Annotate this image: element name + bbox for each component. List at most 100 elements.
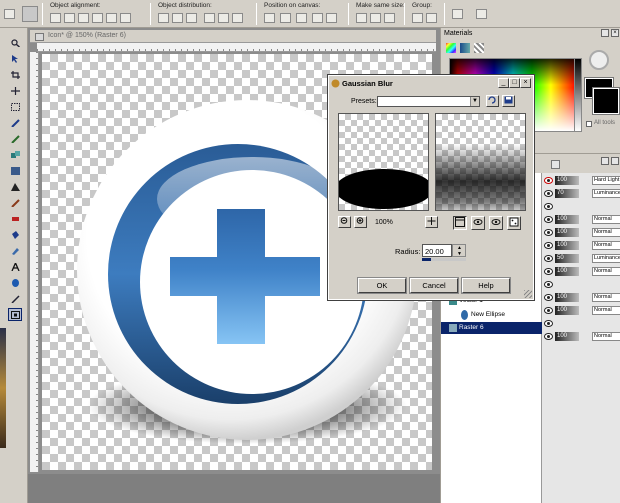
center-canvas-icon[interactable] bbox=[264, 13, 275, 23]
layer-props-row[interactable]: 100 Normal bbox=[542, 214, 620, 226]
chevron-down-icon[interactable]: ▼ bbox=[470, 97, 479, 106]
clone-tool[interactable] bbox=[8, 148, 22, 161]
move-tool[interactable] bbox=[8, 84, 22, 97]
randomize-button[interactable] bbox=[507, 216, 521, 230]
picture-tube-tool[interactable] bbox=[8, 244, 22, 257]
visibility-eye-icon[interactable] bbox=[544, 307, 553, 314]
blend-mode-dropdown[interactable]: Normal bbox=[592, 228, 620, 237]
blend-mode-dropdown[interactable]: Normal bbox=[592, 267, 620, 276]
close-icon[interactable] bbox=[611, 157, 619, 165]
group-icon[interactable] bbox=[412, 13, 423, 23]
opacity-value[interactable]: 100 bbox=[555, 215, 579, 224]
layer-row[interactable]: New Ellipse bbox=[441, 309, 542, 321]
ok-button[interactable]: OK bbox=[357, 277, 407, 294]
opacity-value[interactable]: 50 bbox=[555, 254, 579, 263]
align-top-icon[interactable] bbox=[50, 13, 61, 23]
distribute-right-icon[interactable] bbox=[232, 13, 243, 23]
distribute-top-icon[interactable] bbox=[158, 13, 169, 23]
background-swatch[interactable] bbox=[592, 87, 620, 115]
dialog-titlebar[interactable]: Gaussian Blur _ □ × bbox=[329, 76, 533, 91]
visibility-eye-icon[interactable] bbox=[544, 268, 553, 275]
opacity-value[interactable]: 100 bbox=[555, 306, 579, 315]
eraser-tool[interactable] bbox=[8, 212, 22, 225]
visibility-eye-icon[interactable] bbox=[544, 333, 553, 340]
layer-props-row[interactable]: 70 Luminance bbox=[542, 188, 620, 200]
resize-grip-icon[interactable] bbox=[524, 290, 532, 298]
zoom-out-button[interactable] bbox=[338, 216, 351, 228]
proof-button[interactable] bbox=[471, 216, 485, 230]
cancel-icon[interactable] bbox=[476, 9, 487, 19]
dodge-tool[interactable] bbox=[8, 180, 22, 193]
presets-dropdown[interactable]: ▼ bbox=[377, 96, 480, 107]
close-icon[interactable]: × bbox=[611, 29, 619, 37]
help-button[interactable]: Help bbox=[461, 277, 511, 294]
pan-button[interactable] bbox=[425, 216, 438, 228]
flood-fill-tool[interactable] bbox=[8, 228, 22, 241]
align-bottom-icon[interactable] bbox=[64, 13, 75, 23]
layer-props-row[interactable] bbox=[542, 318, 620, 330]
transparent-swatch-icon[interactable] bbox=[589, 50, 609, 70]
align-vcenter-icon[interactable] bbox=[106, 13, 117, 23]
before-preview[interactable] bbox=[338, 113, 429, 211]
blend-mode-dropdown[interactable]: Luminance bbox=[592, 189, 620, 198]
panel-menu-icon[interactable] bbox=[601, 157, 609, 165]
layer-props-row[interactable]: 100 Normal bbox=[542, 266, 620, 278]
apply-icon[interactable] bbox=[452, 9, 463, 19]
maximize-button[interactable]: □ bbox=[509, 78, 520, 88]
opacity-value[interactable]: 100 bbox=[555, 332, 579, 341]
radius-slider[interactable] bbox=[422, 258, 466, 261]
crop-tool[interactable] bbox=[8, 68, 22, 81]
zoom-tool[interactable] bbox=[8, 36, 22, 49]
after-preview[interactable] bbox=[435, 113, 526, 211]
blend-mode-dropdown[interactable]: Normal bbox=[592, 215, 620, 224]
layer-props-row[interactable]: 100 Normal bbox=[542, 331, 620, 343]
layer-props-row[interactable] bbox=[542, 279, 620, 291]
reset-preset-button[interactable] bbox=[486, 95, 499, 107]
radius-input[interactable]: 20.00 bbox=[422, 244, 452, 257]
same-height-icon[interactable] bbox=[370, 13, 381, 23]
text-tool[interactable] bbox=[8, 260, 22, 273]
visibility-eye-icon[interactable] bbox=[544, 190, 553, 197]
all-tools-checkbox[interactable]: All tools bbox=[586, 120, 616, 129]
smudge-tool[interactable] bbox=[8, 196, 22, 209]
visibility-eye-icon[interactable] bbox=[544, 294, 553, 301]
opacity-value[interactable]: 100 bbox=[555, 176, 579, 185]
document-titlebar[interactable]: Icon* @ 150% (Raster 6) bbox=[30, 30, 436, 43]
opacity-value[interactable]: 100 bbox=[555, 241, 579, 250]
rainbow-tab-icon[interactable] bbox=[474, 43, 484, 53]
auto-proof-button[interactable] bbox=[489, 216, 503, 230]
radius-spinner[interactable]: ▲ ▼ bbox=[452, 244, 466, 257]
layer-row-selected[interactable]: Raster 6 bbox=[441, 322, 542, 334]
visibility-eye-icon[interactable] bbox=[544, 216, 553, 223]
selection-tool[interactable] bbox=[8, 100, 22, 113]
opacity-value[interactable]: 70 bbox=[555, 189, 579, 198]
layer-props-row[interactable]: 100 Normal bbox=[542, 240, 620, 252]
minimize-button[interactable]: _ bbox=[498, 78, 509, 88]
object-selector-icon[interactable] bbox=[22, 6, 38, 22]
same-width-icon[interactable] bbox=[356, 13, 367, 23]
blend-mode-dropdown[interactable]: Luminance bbox=[592, 254, 620, 263]
layer-props-row[interactable]: 100 Hard Light bbox=[542, 175, 620, 187]
blend-mode-dropdown[interactable]: Hard Light bbox=[592, 176, 620, 185]
spin-down-icon[interactable]: ▼ bbox=[454, 251, 465, 257]
visibility-eye-icon[interactable] bbox=[544, 229, 553, 236]
visibility-eye-icon[interactable] bbox=[544, 242, 553, 249]
close-button[interactable]: × bbox=[520, 78, 531, 88]
distribute-hcenter-icon[interactable] bbox=[218, 13, 229, 23]
pen-vector-tool[interactable] bbox=[8, 292, 22, 305]
grayscale-strip[interactable] bbox=[574, 58, 582, 132]
visibility-eye-icon[interactable] bbox=[544, 255, 553, 262]
horizontal-center-canvas-icon[interactable] bbox=[296, 13, 307, 23]
align-left-icon[interactable] bbox=[78, 13, 89, 23]
distribute-bottom-icon[interactable] bbox=[186, 13, 197, 23]
dropper-tool[interactable] bbox=[8, 116, 22, 129]
blend-mode-dropdown[interactable]: Normal bbox=[592, 306, 620, 315]
new-layer-icon[interactable] bbox=[551, 160, 560, 169]
swatches-tab-icon[interactable] bbox=[460, 43, 470, 53]
pen-tool[interactable] bbox=[8, 132, 22, 145]
align-hcenter-icon[interactable] bbox=[120, 13, 131, 23]
space-evenly-vertical-icon[interactable] bbox=[326, 13, 337, 23]
blend-mode-dropdown[interactable]: Normal bbox=[592, 332, 620, 341]
layer-props-row[interactable]: 100 Normal bbox=[542, 305, 620, 317]
opacity-value[interactable]: 100 bbox=[555, 267, 579, 276]
